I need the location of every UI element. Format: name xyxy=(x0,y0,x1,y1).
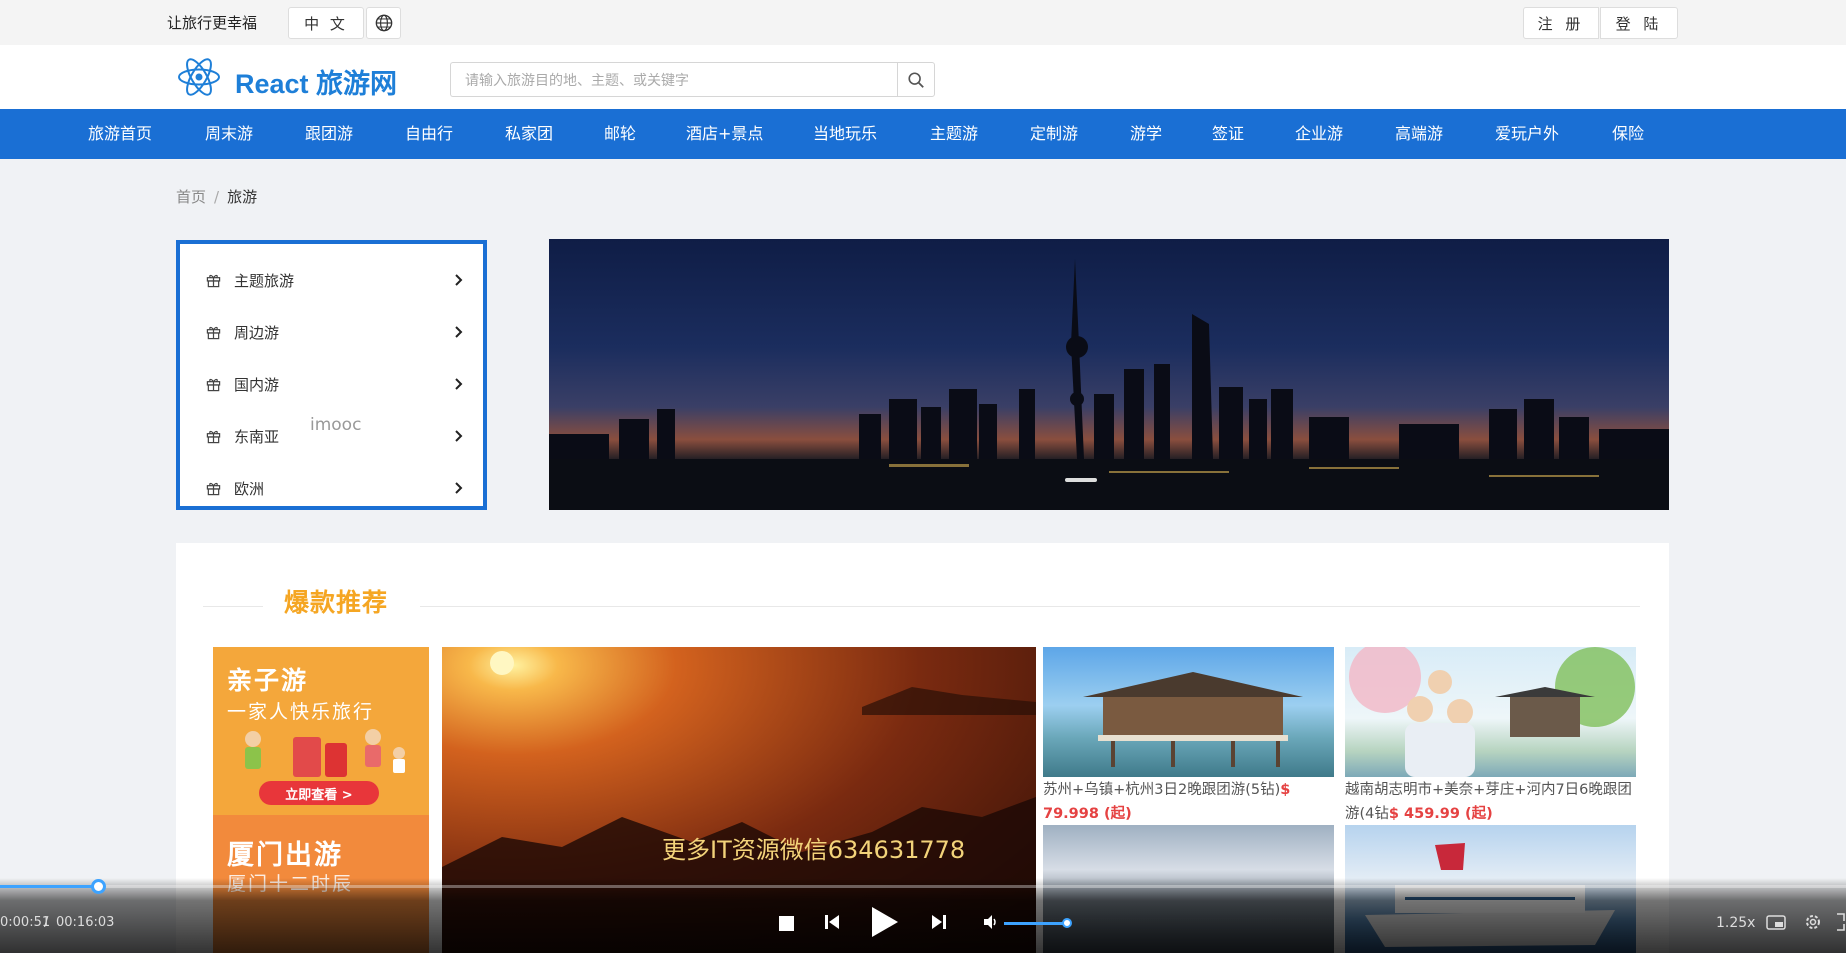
volume-handle[interactable] xyxy=(1062,918,1072,928)
globe-icon xyxy=(375,14,392,32)
nav-item-luxury[interactable]: 高端游 xyxy=(1395,109,1443,159)
promo-title: 亲子游 xyxy=(227,666,309,695)
fullscreen-icon[interactable] xyxy=(1836,912,1846,932)
promo-title: 厦门出游 xyxy=(227,840,343,871)
next-icon[interactable] xyxy=(930,913,948,931)
breadcrumb-home-link[interactable]: 首页 xyxy=(176,188,206,206)
stop-button[interactable] xyxy=(779,916,794,931)
breadcrumb: 首页 / 旅游 xyxy=(176,186,257,207)
promo-subtitle: 一家人快乐旅行 xyxy=(227,701,375,723)
total-time: 00:16:03 xyxy=(56,915,115,930)
menu-item-label: 国内游 xyxy=(234,375,280,394)
product-card[interactable]: 越南胡志明市+美奈+芽庄+河内7日6晚跟团游(4钻$ 459.99 (起) xyxy=(1345,647,1636,822)
product-description: 苏州+乌镇+杭州3日2晚跟团游(5钻)$ 79.998 (起) xyxy=(1043,778,1334,826)
city-skyline-image xyxy=(549,259,1669,510)
search-input[interactable]: 请输入旅游目的地、主题、或关键字 xyxy=(450,62,898,97)
progress-track[interactable] xyxy=(0,885,1846,888)
main-nav: 旅游首页 周末游 跟团游 自由行 私家团 邮轮 酒店+景点 当地玩乐 主题游 定… xyxy=(0,109,1846,159)
gift-icon xyxy=(206,274,221,288)
menu-item-label: 主题旅游 xyxy=(234,271,295,290)
play-icon[interactable] xyxy=(868,905,900,939)
volume-icon[interactable] xyxy=(983,914,999,930)
villa-illustration xyxy=(1083,672,1303,767)
site-title[interactable]: React 旅游网 xyxy=(235,62,397,101)
search-icon xyxy=(908,71,924,88)
product-card[interactable]: 苏州+乌镇+杭州3日2晚跟团游(5钻)$ 79.998 (起) xyxy=(1043,647,1334,822)
imooc-watermark: imooc xyxy=(310,415,362,435)
menu-item-label: 欧洲 xyxy=(234,479,265,498)
previous-icon[interactable] xyxy=(823,913,841,931)
product-title: 苏州+乌镇+杭州3日2晚跟团游(5钻) xyxy=(1043,782,1281,798)
chevron-right-icon xyxy=(455,378,463,390)
gift-icon xyxy=(206,378,221,392)
chevron-right-icon xyxy=(455,430,463,442)
family-illustration xyxy=(1349,647,1635,777)
progress-handle[interactable] xyxy=(91,879,106,894)
menu-item-label: 周边游 xyxy=(234,323,280,342)
nav-item-local-fun[interactable]: 当地玩乐 xyxy=(813,109,877,159)
nav-item-free-travel[interactable]: 自由行 xyxy=(405,109,453,159)
wechat-watermark: 更多IT资源微信634631778 xyxy=(662,836,966,864)
nav-item-hotel-scenic[interactable]: 酒店+景点 xyxy=(686,109,763,159)
nav-item-cruise[interactable]: 邮轮 xyxy=(604,109,636,159)
current-time: 0:00:51 xyxy=(0,915,51,930)
menu-item-theme-travel[interactable]: 主题旅游 xyxy=(180,254,483,306)
family-luggage-illustration xyxy=(245,729,405,777)
promo-family-card[interactable]: 亲子游 一家人快乐旅行 立即查看 > xyxy=(213,647,429,815)
slogan-text: 让旅行更幸福 xyxy=(167,14,258,32)
picture-in-picture-icon[interactable] xyxy=(1766,912,1786,932)
nav-item-visa[interactable]: 签证 xyxy=(1212,109,1244,159)
nav-item-study-tour[interactable]: 游学 xyxy=(1130,109,1162,159)
nav-item-custom[interactable]: 定制游 xyxy=(1030,109,1078,159)
family-pagoda-image xyxy=(1345,647,1636,777)
register-button[interactable]: 注 册 xyxy=(1523,7,1599,39)
chevron-right-icon xyxy=(455,274,463,286)
chevron-right-icon xyxy=(455,326,463,338)
nav-item-weekend[interactable]: 周末游 xyxy=(205,109,253,159)
section-divider xyxy=(203,606,263,607)
breadcrumb-current: 旅游 xyxy=(227,188,258,206)
login-button[interactable]: 登 陆 xyxy=(1600,7,1678,39)
video-player-controls xyxy=(0,878,1846,953)
nav-item-corporate[interactable]: 企业游 xyxy=(1295,109,1343,159)
gift-icon xyxy=(206,430,221,444)
language-button[interactable]: 中 文 xyxy=(288,7,364,39)
time-separator: / xyxy=(44,915,49,930)
gift-icon xyxy=(206,482,221,496)
menu-item-domestic[interactable]: 国内游 xyxy=(180,358,483,410)
menu-item-nearby[interactable]: 周边游 xyxy=(180,306,483,358)
product-price: $ 459.99 (起) xyxy=(1388,806,1493,822)
settings-gear-icon[interactable] xyxy=(1803,912,1823,932)
nav-item-outdoor[interactable]: 爱玩户外 xyxy=(1495,109,1559,159)
nav-item-insurance[interactable]: 保险 xyxy=(1612,109,1644,159)
menu-item-label: 东南亚 xyxy=(234,427,280,446)
promo-view-button[interactable]: 立即查看 > xyxy=(259,781,379,805)
chevron-right-icon xyxy=(455,482,463,494)
react-logo-icon[interactable] xyxy=(176,57,222,97)
volume-slider[interactable] xyxy=(1004,922,1067,925)
product-description: 越南胡志明市+美奈+芽庄+河内7日6晚跟团游(4钻$ 459.99 (起) xyxy=(1345,778,1636,826)
nav-item-theme[interactable]: 主题游 xyxy=(930,109,978,159)
playback-speed[interactable]: 1.25x xyxy=(1716,915,1755,931)
gift-icon xyxy=(206,326,221,340)
nav-item-home[interactable]: 旅游首页 xyxy=(88,109,152,159)
side-menu: 主题旅游 周边游 国内游 东南亚 欧洲 xyxy=(176,240,487,510)
menu-item-europe[interactable]: 欧洲 xyxy=(180,462,483,514)
carousel-indicator[interactable] xyxy=(1065,478,1097,482)
globe-button[interactable] xyxy=(366,7,401,39)
nav-item-group-tour[interactable]: 跟团游 xyxy=(305,109,353,159)
progress-fill xyxy=(0,885,98,888)
section-divider xyxy=(420,606,1640,607)
breadcrumb-separator: / xyxy=(214,188,220,206)
banner-carousel[interactable] xyxy=(549,239,1669,510)
section-title: 爆款推荐 xyxy=(284,588,389,617)
nav-item-private-tour[interactable]: 私家团 xyxy=(505,109,553,159)
search-button[interactable] xyxy=(897,62,935,97)
water-villa-image xyxy=(1043,647,1334,777)
